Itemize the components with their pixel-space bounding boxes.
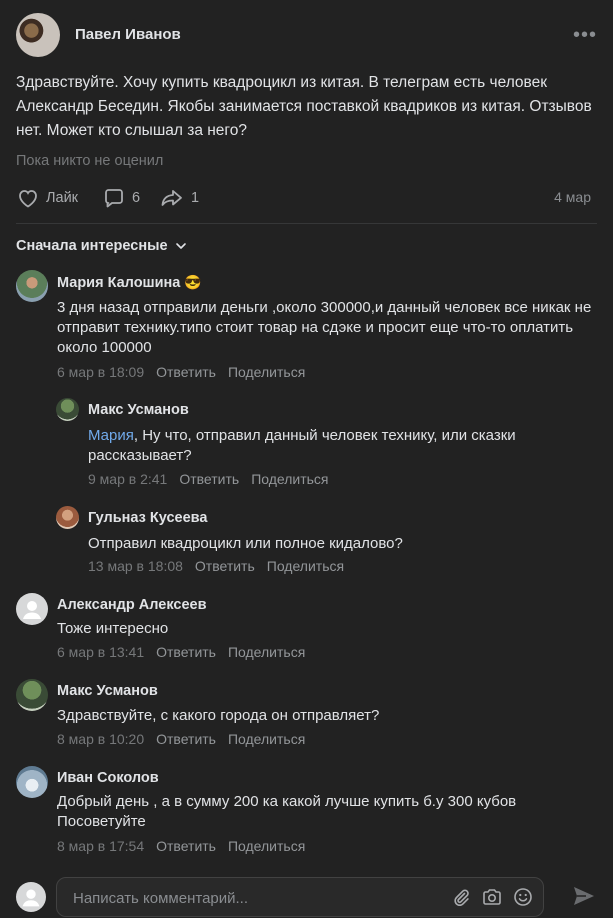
comment-text: Отправил квадроцикл или полное кидалово? xyxy=(88,535,403,552)
comment-input-box xyxy=(56,877,544,918)
comment-date[interactable]: 6 мар в 18:09 xyxy=(57,364,144,380)
camera-icon[interactable] xyxy=(481,887,503,907)
post-date[interactable]: 4 мар xyxy=(554,189,591,205)
comment-meta: 8 мар в 10:20 Ответить Поделиться xyxy=(57,731,305,747)
reply-button[interactable]: Ответить xyxy=(156,731,216,747)
comment-date[interactable]: 6 мар в 13:41 xyxy=(57,644,144,660)
comment-text: Мария, Ну что, отправил данный человек т… xyxy=(88,427,516,464)
sort-dropdown[interactable]: Сначала интересные xyxy=(16,238,188,254)
send-icon[interactable] xyxy=(571,884,597,908)
comment-avatar[interactable] xyxy=(16,766,48,798)
post-text: Здравствуйте. Хочу купить квадроцикл из … xyxy=(16,74,592,139)
comment-composer xyxy=(16,877,597,918)
shares-count: 1 xyxy=(191,190,200,206)
like-label: Лайк xyxy=(46,190,79,206)
post-author[interactable]: Павел Иванов xyxy=(75,26,181,43)
comment-author[interactable]: Гульназ Кусеева xyxy=(88,510,207,526)
share-comment-button[interactable]: Поделиться xyxy=(251,471,328,487)
reply-button[interactable]: Ответить xyxy=(156,644,216,660)
comment-meta: 6 мар в 13:41 Ответить Поделиться xyxy=(57,644,305,660)
comment-avatar[interactable] xyxy=(56,506,79,529)
comment-text: Тоже интересно xyxy=(57,620,169,637)
share-icon xyxy=(161,190,182,206)
more-options-icon[interactable]: ••• xyxy=(573,24,597,47)
comment-input[interactable] xyxy=(71,878,435,918)
user-silhouette-icon xyxy=(22,889,40,907)
heart-icon xyxy=(19,190,37,208)
comment-item: Иван Соколов Добрый день , а в сумму 200… xyxy=(16,766,596,856)
comment-meta: 8 мар в 17:54 Ответить Поделиться xyxy=(57,838,305,854)
comments-button[interactable]: 6 xyxy=(102,184,140,212)
comment-author[interactable]: Мария Калошина 😎 xyxy=(57,274,202,291)
comment-author[interactable]: Макс Усманов xyxy=(88,402,189,418)
comment-meta: 6 мар в 18:09 Ответить Поделиться xyxy=(57,364,305,380)
comment-item: Александр Алексеев Тоже интересно 6 мар … xyxy=(16,593,596,663)
share-button[interactable]: 1 xyxy=(159,184,199,212)
share-comment-button[interactable]: Поделиться xyxy=(267,558,344,574)
comments-count: 6 xyxy=(132,190,141,206)
reply-button[interactable]: Ответить xyxy=(156,364,216,380)
user-silhouette-icon xyxy=(23,601,41,619)
post-header: Павел Иванов ••• xyxy=(16,13,597,57)
comment-author[interactable]: Александр Алексеев xyxy=(57,597,207,613)
comment-item: Мария Калошина 😎 3 дня назад отправили д… xyxy=(16,270,596,380)
comment-avatar[interactable] xyxy=(16,270,48,302)
reactions-status: Пока никто не оценил xyxy=(16,153,164,169)
reply-item: Гульназ Кусеева Отправил квадроцикл или … xyxy=(56,506,596,576)
author-avatar[interactable] xyxy=(16,13,60,57)
comment-item: Макс Усманов Здравствуйте, с какого горо… xyxy=(16,679,596,749)
share-comment-button[interactable]: Поделиться xyxy=(228,364,305,380)
reply-button[interactable]: Ответить xyxy=(156,838,216,854)
comment-author[interactable]: Макс Усманов xyxy=(57,683,158,699)
comment-date[interactable]: 8 мар в 10:20 xyxy=(57,731,144,747)
my-avatar[interactable] xyxy=(16,882,46,912)
chevron-down-icon xyxy=(175,243,186,249)
comment-meta: 9 мар в 2:41 Ответить Поделиться xyxy=(88,471,329,487)
divider xyxy=(16,223,597,224)
share-comment-button[interactable]: Поделиться xyxy=(228,838,305,854)
comment-avatar[interactable] xyxy=(16,679,48,711)
reply-item: Макс Усманов Мария, Ну что, отправил дан… xyxy=(56,398,596,488)
share-comment-button[interactable]: Поделиться xyxy=(228,731,305,747)
comment-avatar[interactable] xyxy=(56,398,79,421)
attach-icon[interactable] xyxy=(451,887,471,907)
default-avatar[interactable] xyxy=(16,593,48,625)
comment-text: 3 дня назад отправили деньги ,около 3000… xyxy=(57,299,592,356)
sunglasses-emoji-icon: 😎 xyxy=(184,274,202,290)
comment-text: Добрый день , а в сумму 200 ка какой луч… xyxy=(57,793,517,830)
comment-meta: 13 мар в 18:08 Ответить Поделиться xyxy=(88,558,344,574)
sort-label: Сначала интересные xyxy=(16,238,168,254)
mention-link[interactable]: Мария xyxy=(88,427,134,444)
comment-author[interactable]: Иван Соколов xyxy=(57,770,159,786)
like-button[interactable]: Лайк xyxy=(16,184,78,212)
comment-icon xyxy=(105,189,123,208)
reply-button[interactable]: Ответить xyxy=(179,471,239,487)
smile-icon[interactable] xyxy=(513,887,533,907)
comment-date[interactable]: 13 мар в 18:08 xyxy=(88,558,183,574)
comment-date[interactable]: 8 мар в 17:54 xyxy=(57,838,144,854)
comment-date[interactable]: 9 мар в 2:41 xyxy=(88,471,167,487)
reply-button[interactable]: Ответить xyxy=(195,558,255,574)
share-comment-button[interactable]: Поделиться xyxy=(228,644,305,660)
comment-text: Здравствуйте, с какого города он отправл… xyxy=(57,707,380,724)
post-actions: Лайк 6 1 4 мар xyxy=(16,184,591,212)
